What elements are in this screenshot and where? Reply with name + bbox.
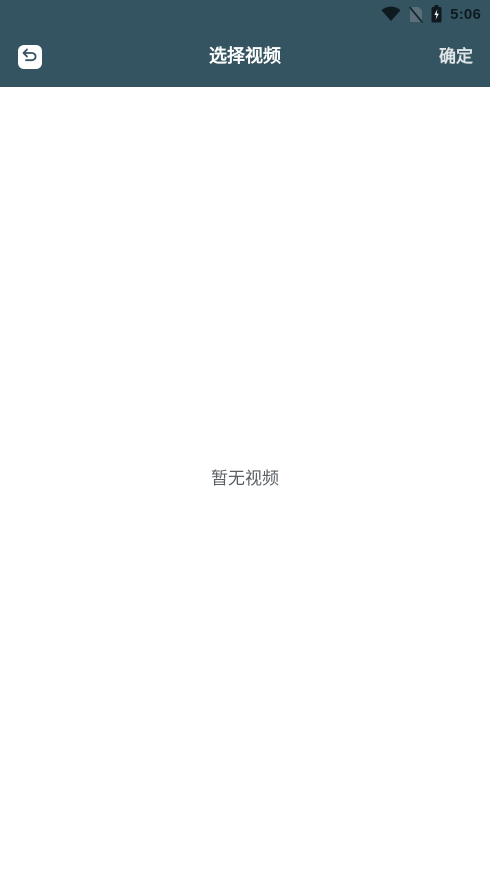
app-bar: 选择视频 确定 bbox=[0, 28, 490, 87]
confirm-button[interactable]: 确定 bbox=[439, 45, 473, 69]
page-title: 选择视频 bbox=[209, 46, 281, 67]
status-time: 5:06 bbox=[450, 5, 481, 23]
video-list-area: 暂无视频 bbox=[0, 87, 490, 871]
no-sim-icon bbox=[409, 5, 424, 23]
status-icons: 5:06 bbox=[381, 4, 481, 24]
wifi-icon bbox=[381, 6, 401, 22]
status-bar: 5:06 bbox=[0, 0, 490, 28]
empty-state-message: 暂无视频 bbox=[211, 469, 279, 489]
battery-icon bbox=[431, 5, 442, 23]
